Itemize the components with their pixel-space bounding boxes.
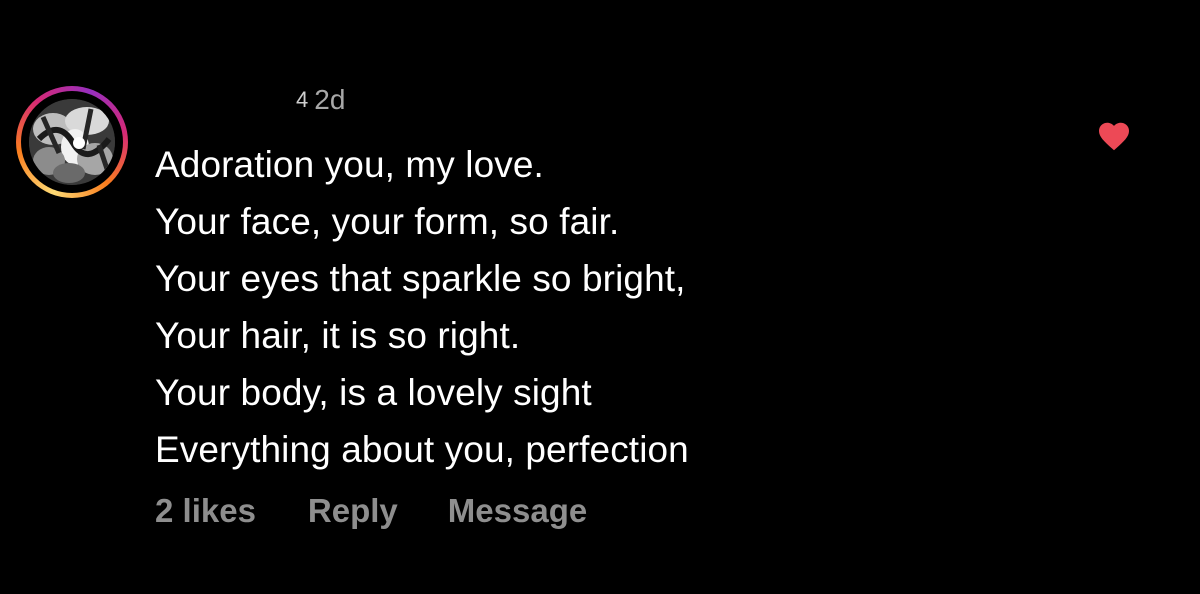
comment-line: Your hair, it is so right. bbox=[155, 315, 521, 356]
avatar-image bbox=[29, 99, 115, 185]
heart-filled-icon bbox=[1099, 122, 1129, 151]
story-ring[interactable] bbox=[16, 86, 128, 198]
reply-button[interactable]: Reply bbox=[308, 492, 398, 530]
likes-count-button[interactable]: 2 likes bbox=[155, 492, 256, 530]
comment-line: Your eyes that sparkle so bright, bbox=[155, 258, 686, 299]
comment-line: Your body, is a lovely sight bbox=[155, 372, 592, 413]
username-fragment[interactable]: 4 bbox=[296, 87, 308, 113]
comment-screen: 4 2d Adoration you, my love. Your face, … bbox=[0, 0, 1200, 594]
avatar-ring-gap bbox=[21, 91, 123, 193]
comment-line: Your face, your form, so fair. bbox=[155, 201, 620, 242]
avatar[interactable] bbox=[29, 99, 115, 185]
comment-line: Adoration you, my love. bbox=[155, 144, 544, 185]
like-button[interactable] bbox=[1096, 118, 1132, 152]
comment-meta: 4 2d bbox=[296, 82, 345, 118]
comment-line: Everything about you, perfection bbox=[155, 429, 689, 470]
comment-timestamp: 2d bbox=[314, 84, 346, 115]
message-button[interactable]: Message bbox=[448, 492, 587, 530]
comment-actions: 2 likes Reply Message bbox=[155, 492, 587, 530]
comment-text: Adoration you, my love. Your face, your … bbox=[155, 136, 689, 478]
